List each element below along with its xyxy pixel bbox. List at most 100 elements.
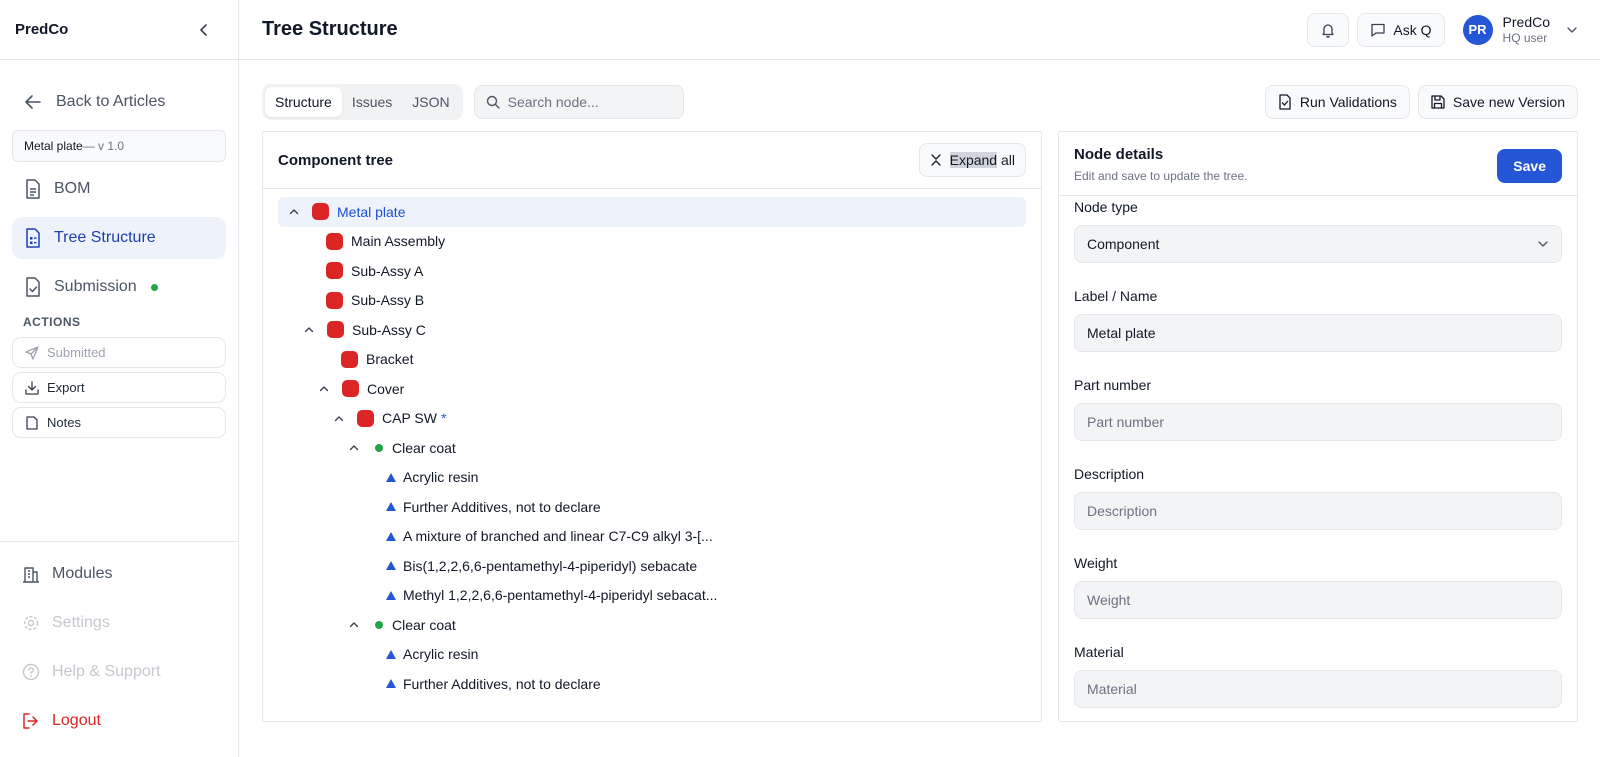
chevron-up-icon[interactable] bbox=[332, 411, 346, 425]
notifications-button[interactable] bbox=[1307, 12, 1350, 47]
top-bar: Tree Structure Ask Q PR PredCo HQ user bbox=[239, 0, 1600, 60]
sidebar-item-settings[interactable]: Settings bbox=[12, 605, 226, 641]
chevron-up-icon[interactable] bbox=[347, 618, 361, 632]
sidebar-item-tree-structure[interactable]: Tree Structure bbox=[12, 217, 226, 259]
article-name: Metal plate bbox=[24, 139, 83, 153]
tree-node-label: Main Assembly bbox=[351, 233, 446, 250]
tree-node[interactable]: Sub-Assy C bbox=[278, 315, 1026, 345]
save-new-version-button[interactable]: Save new Version bbox=[1417, 85, 1578, 119]
material-label: Material bbox=[1074, 644, 1124, 660]
part-number-input[interactable] bbox=[1087, 414, 1549, 430]
save-new-version-label: Save new Version bbox=[1452, 94, 1565, 110]
page-title: Tree Structure bbox=[262, 18, 398, 40]
component-icon bbox=[342, 380, 359, 398]
sidebar-item-label: Modules bbox=[52, 565, 113, 582]
sidebar-item-help[interactable]: Help & Support bbox=[12, 654, 226, 690]
search-input[interactable] bbox=[507, 94, 668, 110]
chat-icon bbox=[1371, 23, 1386, 37]
description-label: Description bbox=[1074, 466, 1145, 482]
substance-icon bbox=[386, 649, 396, 659]
tree-node[interactable]: Methyl 1,2,2,6,6-pentamethyl-4-piperidyl… bbox=[278, 581, 1026, 611]
download-icon bbox=[25, 380, 39, 395]
file-check-icon bbox=[1279, 94, 1291, 110]
node-type-select[interactable]: Component bbox=[1074, 225, 1562, 263]
tree-node[interactable]: Sub-Assy A bbox=[278, 256, 1026, 286]
chevron-down-icon bbox=[1538, 241, 1548, 247]
tree-node[interactable]: Clear coat bbox=[278, 610, 1026, 640]
tree-node[interactable]: Further Additives, not to declare bbox=[278, 492, 1026, 522]
component-icon bbox=[327, 321, 344, 339]
sidebar-item-submission[interactable]: Submission bbox=[12, 266, 226, 308]
sidebar-item-bom[interactable]: BOM bbox=[12, 168, 226, 210]
node-details-panel: Node details Edit and save to update the… bbox=[1058, 131, 1578, 722]
part-number-label: Part number bbox=[1074, 377, 1152, 393]
component-icon bbox=[326, 291, 343, 309]
component-icon bbox=[341, 350, 358, 368]
logout-icon bbox=[23, 713, 38, 729]
send-icon bbox=[25, 345, 39, 360]
tree-node-label: Clear coat bbox=[392, 616, 456, 633]
substance-icon bbox=[386, 590, 396, 600]
run-validations-label: Run Validations bbox=[1299, 94, 1397, 110]
sidebar-item-label: Settings bbox=[52, 614, 110, 631]
tab-structure[interactable]: Structure bbox=[265, 87, 342, 117]
expand-all-label-rest: all bbox=[997, 152, 1015, 168]
label-name-input[interactable] bbox=[1087, 325, 1549, 341]
tab-issues[interactable]: Issues bbox=[342, 87, 402, 117]
chevron-up-icon[interactable] bbox=[302, 323, 316, 337]
tree-node[interactable]: Acrylic resin bbox=[278, 463, 1026, 493]
collapse-arrows-icon bbox=[930, 154, 941, 166]
action-label: Submitted bbox=[47, 345, 106, 360]
view-tabs: Structure Issues JSON bbox=[262, 84, 463, 120]
node-type-label: Node type bbox=[1074, 199, 1138, 215]
back-to-articles-link[interactable]: Back to Articles bbox=[12, 82, 226, 122]
user-menu[interactable]: PR PredCo HQ user bbox=[1462, 14, 1578, 46]
ask-q-button[interactable]: Ask Q bbox=[1357, 12, 1445, 47]
tree-node[interactable]: Cover bbox=[278, 374, 1026, 404]
node-details-subtitle: Edit and save to update the tree. bbox=[1074, 169, 1248, 183]
tree-node[interactable]: Further Additives, not to declare bbox=[278, 669, 1026, 699]
component-icon bbox=[312, 203, 329, 221]
tree-node[interactable]: A mixture of branched and linear C7-C9 a… bbox=[278, 522, 1026, 552]
save-button[interactable]: Save bbox=[1497, 149, 1562, 183]
logout-button[interactable]: Logout bbox=[12, 703, 226, 739]
sidebar-item-label: Tree Structure bbox=[54, 229, 156, 246]
ask-q-label: Ask Q bbox=[1393, 21, 1432, 38]
tree-node[interactable]: Clear coat bbox=[278, 433, 1026, 463]
action-label: Export bbox=[47, 380, 85, 395]
document-icon bbox=[26, 179, 40, 199]
search-icon bbox=[486, 95, 500, 109]
chevron-up-icon[interactable] bbox=[317, 382, 331, 396]
weight-label: Weight bbox=[1074, 555, 1118, 571]
submitted-button[interactable]: Submitted bbox=[12, 337, 226, 368]
tab-json[interactable]: JSON bbox=[402, 87, 459, 117]
note-icon bbox=[26, 415, 38, 430]
collapse-sidebar-button[interactable] bbox=[194, 20, 214, 40]
expand-all-button[interactable]: Expand all bbox=[918, 143, 1026, 177]
run-validations-button[interactable]: Run Validations bbox=[1264, 85, 1410, 119]
notes-button[interactable]: Notes bbox=[12, 407, 226, 438]
weight-input[interactable] bbox=[1087, 592, 1549, 608]
export-button[interactable]: Export bbox=[12, 372, 226, 403]
tree-node[interactable]: Bracket bbox=[278, 345, 1026, 375]
tree-node-label: Sub-Assy C bbox=[352, 321, 426, 338]
weight-field bbox=[1074, 581, 1562, 619]
sidebar-item-label: Submission bbox=[54, 278, 137, 295]
tree-node-selected[interactable]: Metal plate bbox=[278, 197, 1026, 227]
sidebar-item-modules[interactable]: Modules bbox=[12, 556, 226, 592]
tree-node[interactable]: Sub-Assy B bbox=[278, 286, 1026, 316]
tree-node[interactable]: Bis(1,2,2,6,6-pentamethyl-4-piperidyl) s… bbox=[278, 551, 1026, 581]
chevron-up-icon[interactable] bbox=[347, 441, 361, 455]
tree-node[interactable]: CAP SW * bbox=[278, 404, 1026, 434]
tree-node[interactable]: Acrylic resin bbox=[278, 640, 1026, 670]
substance-icon bbox=[386, 561, 396, 571]
gear-icon bbox=[23, 615, 39, 631]
tree-node-label: Bis(1,2,2,6,6-pentamethyl-4-piperidyl) s… bbox=[403, 557, 698, 574]
floppy-disk-icon bbox=[1431, 95, 1445, 109]
chevron-up-icon[interactable] bbox=[287, 205, 301, 219]
tree-node[interactable]: Main Assembly bbox=[278, 227, 1026, 257]
tree-node-label: Further Additives, not to declare bbox=[403, 498, 601, 515]
description-input[interactable] bbox=[1087, 503, 1549, 519]
article-version: — v 1.0 bbox=[82, 139, 125, 153]
material-input[interactable] bbox=[1087, 681, 1549, 697]
